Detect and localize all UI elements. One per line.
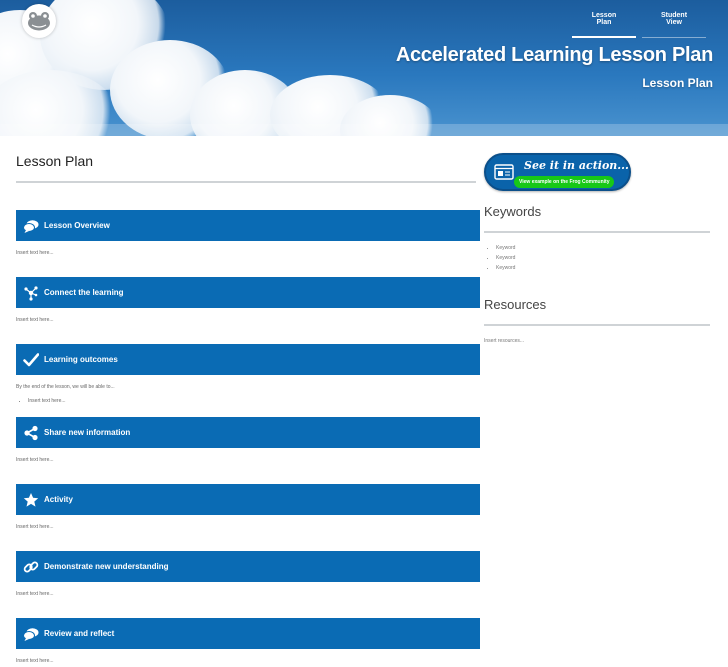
page-title: Accelerated Learning Lesson Plan — [395, 44, 713, 66]
chain-link-icon — [23, 561, 39, 572]
keyword-item: Keyword — [496, 255, 710, 261]
share-icon — [24, 425, 38, 440]
list-item: Insert text here... — [28, 398, 480, 404]
section-review-and-reflect[interactable]: Review and reflect — [16, 618, 480, 649]
network-nodes-icon — [24, 285, 38, 301]
keywords-heading: Keywords — [484, 204, 710, 233]
top-nav: Lesson Plan Student View — [572, 6, 706, 38]
section-learning-outcomes[interactable]: Learning outcomes — [16, 344, 480, 375]
frog-logo-icon[interactable] — [22, 4, 56, 38]
cta-title: See it in action... — [524, 159, 629, 172]
header-banner: Lesson Plan Student View Accelerated Lea… — [0, 0, 728, 136]
section-title: Connect the learning — [44, 288, 124, 297]
tab-lesson-plan[interactable]: Lesson Plan — [572, 6, 636, 38]
frog-community-link[interactable]: View example on the Frog Community — [514, 176, 615, 188]
section-text: Insert text here... — [16, 524, 54, 530]
see-it-in-action-button[interactable]: See it in action... View example on the … — [484, 153, 631, 191]
tab-student-view[interactable]: Student View — [642, 6, 706, 38]
speech-bubbles-icon — [23, 219, 39, 233]
resources-text: Insert resources... — [484, 338, 525, 344]
section-text: Insert text here... — [16, 457, 54, 463]
section-intro: By the end of the lesson, we will be abl… — [16, 384, 115, 390]
section-title: Demonstrate new understanding — [44, 562, 169, 571]
speech-bubbles-icon — [23, 627, 39, 641]
keywords-list: Keyword Keyword Keyword — [496, 245, 710, 271]
section-share-new-information[interactable]: Share new information — [16, 417, 480, 448]
section-text: Insert text here... — [16, 658, 54, 664]
section-body: Insert text here... — [16, 308, 480, 344]
section-title: Review and reflect — [44, 629, 115, 638]
section-body: Insert text here... — [16, 241, 480, 277]
section-list: Lesson Overview Insert text here... Conn… — [16, 210, 480, 667]
section-text: Insert text here... — [16, 591, 54, 597]
resources-heading: Resources — [484, 297, 710, 326]
star-icon — [23, 492, 39, 507]
browser-window-icon — [494, 164, 514, 180]
section-body: Insert text here... — [16, 515, 480, 551]
section-body: Insert text here... — [16, 448, 480, 484]
section-body: Insert text here... — [16, 649, 480, 667]
section-body: Insert text here... — [16, 582, 480, 618]
checkmark-icon — [23, 352, 39, 366]
page-subtitle: Lesson Plan — [642, 76, 713, 90]
main-column: Lesson Plan Lesson Overview Insert text … — [16, 153, 480, 667]
section-demonstrate-new-understanding[interactable]: Demonstrate new understanding — [16, 551, 480, 582]
section-title: Share new information — [44, 428, 131, 437]
section-activity[interactable]: Activity — [16, 484, 480, 515]
keyword-item: Keyword — [496, 265, 710, 271]
outcome-list: Insert text here... — [28, 398, 480, 404]
section-lesson-overview[interactable]: Lesson Overview — [16, 210, 480, 241]
section-title: Activity — [44, 495, 73, 504]
section-text: Insert text here... — [16, 250, 54, 256]
section-connect-the-learning[interactable]: Connect the learning — [16, 277, 480, 308]
section-title: Learning outcomes — [44, 355, 118, 364]
section-title: Lesson Overview — [44, 221, 110, 230]
section-body: By the end of the lesson, we will be abl… — [16, 375, 480, 417]
banner-strip — [0, 124, 728, 136]
section-text: Insert text here... — [16, 317, 54, 323]
sidebar: See it in action... View example on the … — [484, 153, 710, 344]
keyword-item: Keyword — [496, 245, 710, 251]
main-heading: Lesson Plan — [16, 153, 476, 183]
